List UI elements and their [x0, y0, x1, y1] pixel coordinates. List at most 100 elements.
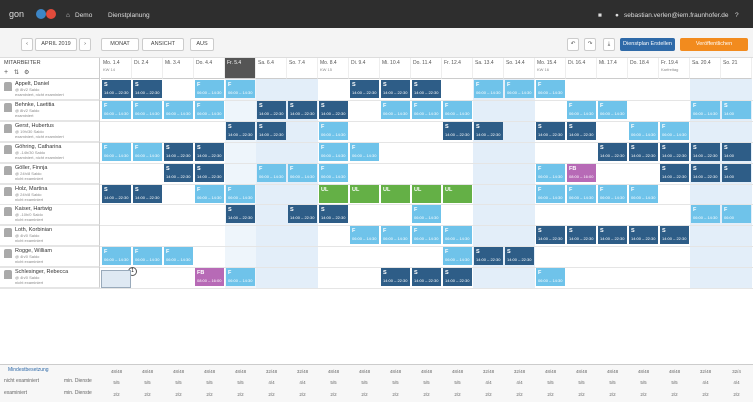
employee-row[interactable]: Schlesinger, Rebecca @ 4h/0 Saldo nicht ex… [0, 267, 100, 288]
shift-block[interactable]: S 14:00 – 22:30 [412, 80, 441, 98]
shift-block[interactable]: S 14:00 – 22:30 [257, 122, 286, 140]
shift-block[interactable]: F 06:00 – 14:30 [474, 80, 503, 98]
shift-block[interactable]: F 06:00 [722, 205, 751, 223]
shift-block[interactable]: UL [350, 185, 379, 203]
shift-block[interactable]: F 06:00 – 14:30 [102, 247, 131, 265]
shift-block[interactable]: F 06:00 – 14:30 [536, 164, 565, 182]
shift-block[interactable]: F 06:00 – 14:30 [319, 164, 348, 182]
shift-block[interactable]: F 06:00 – 14:30 [195, 185, 224, 203]
shift-block[interactable]: S 14:00 – 22:30 [474, 122, 503, 140]
shift-block[interactable]: F 06:00 – 14:30 [598, 101, 627, 119]
shift-block[interactable]: F 06:00 – 14:30 [381, 226, 410, 244]
shift-block[interactable]: S 14:00 – 22:30 [443, 268, 472, 286]
shift-block[interactable]: F 06:00 – 14:30 [319, 143, 348, 161]
view-ansicht-dropdown[interactable]: ANSICHT [142, 38, 184, 51]
shift-block[interactable]: F 06:00 – 14:30 [133, 101, 162, 119]
shift-block[interactable]: S 14:00 [722, 143, 751, 161]
shift-block[interactable]: F 06:00 – 14:30 [102, 101, 131, 119]
shift-block[interactable]: F 06:00 – 14:30 [598, 185, 627, 203]
shift-block[interactable]: F 06:00 – 14:30 [443, 247, 472, 265]
shift-block[interactable]: S 14:00 [722, 164, 751, 182]
shift-block[interactable]: F 06:00 – 14:30 [350, 226, 379, 244]
shift-block[interactable]: S 14:00 – 22:30 [102, 80, 131, 98]
day-header[interactable]: Mo. 1.4 KW 14 [101, 58, 132, 79]
day-header[interactable]: Mo. 8.4 KW 15 [318, 58, 349, 79]
shift-block[interactable]: F 06:00 – 14:30 [660, 122, 689, 140]
undo-button[interactable]: ↶ [567, 38, 579, 51]
employee-row[interactable]: Gerst, Hubertus @ 19h/30 Saldo examiniert,… [0, 121, 100, 142]
redo-button[interactable]: ↷ [584, 38, 596, 51]
shift-block[interactable]: S 14:00 – 22:30 [660, 143, 689, 161]
shift-block[interactable]: S 14:00 – 22:30 [257, 101, 286, 119]
shift-block[interactable]: S 14:00 – 22:30 [412, 268, 441, 286]
shift-block[interactable]: F 06:00 – 14:30 [629, 185, 658, 203]
shift-block[interactable]: F 06:00 – 14:30 [536, 185, 565, 203]
settings-icon[interactable]: ⚙ [24, 69, 29, 76]
day-header[interactable]: Sa. 13.4 [473, 58, 504, 79]
shift-block[interactable]: F 06:00 – 14:30 [412, 205, 441, 223]
shift-block[interactable]: UL [319, 185, 348, 203]
shift-block[interactable]: F 06:00 – 14:30 [195, 80, 224, 98]
shift-block[interactable]: FB 08:00 – 16:00 [195, 268, 224, 286]
shift-block[interactable]: S 14:00 – 22:30 [381, 80, 410, 98]
shift-block[interactable]: F 06:00 – 14:30 [443, 101, 472, 119]
day-header[interactable]: Di. 9.4 [349, 58, 380, 79]
shift-block[interactable]: S 14:00 – 22:30 [443, 122, 472, 140]
shift-block[interactable]: F 06:00 – 14:30 [164, 101, 193, 119]
home-icon[interactable]: ⌂ [66, 12, 70, 19]
shift-block[interactable]: F 06:00 – 14:30 [412, 226, 441, 244]
shift-block[interactable]: F 06:00 – 14:30 [691, 205, 720, 223]
shift-block[interactable]: F 06:00 – 14:30 [195, 101, 224, 119]
employee-row[interactable]: Kaiser, Hartwig @ -10h/0 Saldo nicht exami… [0, 204, 100, 225]
sort-icon[interactable]: ⇅ [14, 69, 19, 76]
download-icon[interactable]: ⤓ [603, 38, 615, 51]
shift-block[interactable]: F 06:00 – 14:30 [567, 101, 596, 119]
shift-block[interactable]: F 06:00 – 14:30 [567, 185, 596, 203]
employee-row[interactable]: Rogge, William @ 4h/0 Saldo nicht examinie… [0, 246, 100, 267]
shift-block[interactable]: F 06:00 – 14:30 [102, 143, 131, 161]
day-header[interactable]: Di. 2.4 [132, 58, 163, 79]
view-month-dropdown[interactable]: MONAT [101, 38, 139, 51]
shift-block[interactable]: F 06:00 – 14:30 [505, 80, 534, 98]
user-email[interactable]: sebastian.verlen@iem.fraunhofer.de [624, 12, 729, 19]
shift-block[interactable]: S 14:00 – 22:30 [567, 226, 596, 244]
shift-block[interactable]: S 14:00 – 22:30 [195, 164, 224, 182]
nav-dienstplanung[interactable]: Dienstplanung [108, 12, 150, 19]
day-header[interactable]: Mo. 15.4 KW 16 [535, 58, 566, 79]
shift-block[interactable]: F 06:00 – 14:30 [536, 268, 565, 286]
shift-block[interactable]: S 14:00 – 22:30 [350, 80, 379, 98]
day-header[interactable]: Sa. 20.4 [690, 58, 721, 79]
shift-block[interactable]: S 14:00 – 22:30 [629, 143, 658, 161]
prev-month-button[interactable]: ‹ [21, 38, 33, 51]
shift-block[interactable]: S 14:00 – 22:30 [474, 247, 503, 265]
shift-block[interactable]: F 06:00 – 14:30 [226, 80, 255, 98]
add-icon[interactable]: + [4, 69, 8, 76]
day-header[interactable]: Sa. 6.4 [256, 58, 287, 79]
shift-block[interactable]: S 14:00 – 22:30 [164, 164, 193, 182]
day-header[interactable]: Do. 11.4 [411, 58, 442, 79]
day-header[interactable]: Do. 4.4 [194, 58, 225, 79]
shift-block[interactable]: FB 08:00 – 16:00 [567, 164, 596, 182]
employee-row[interactable]: Behnke, Laetitia @ 8h/2 Saldo examiniert [0, 100, 100, 121]
shift-block[interactable]: S 14:00 – 22:30 [164, 143, 193, 161]
selected-cell[interactable] [101, 270, 131, 288]
shift-block[interactable]: S 14:00 – 22:30 [598, 143, 627, 161]
shift-block[interactable]: F 06:00 – 14:30 [226, 185, 255, 203]
nav-demo[interactable]: Demo [75, 12, 92, 19]
employee-row[interactable]: Appelt, Daniel @ 8h/2 Saldo examiniert, ni… [0, 79, 100, 100]
shift-block[interactable]: F 06:00 – 14:30 [691, 101, 720, 119]
shift-block[interactable]: S 14:00 [722, 101, 751, 119]
shift-block[interactable]: S 14:00 – 22:30 [505, 247, 534, 265]
lock-icon[interactable]: ■ [598, 12, 602, 19]
shift-block[interactable]: F 06:00 – 14:30 [226, 268, 255, 286]
day-header[interactable]: Fr. 19.4 Karfreitag [659, 58, 690, 79]
day-header[interactable]: So. 21 [721, 58, 752, 79]
shift-block[interactable]: S 14:00 – 22:30 [319, 101, 348, 119]
shift-block[interactable]: F 06:00 – 14:30 [629, 122, 658, 140]
publish-button[interactable]: Veröffentlichen [680, 38, 748, 51]
day-header[interactable]: So. 7.4 [287, 58, 318, 79]
shift-block[interactable]: S 14:00 – 22:30 [226, 122, 255, 140]
shift-block[interactable]: UL [443, 185, 472, 203]
shift-block[interactable]: S 14:00 – 22:30 [629, 226, 658, 244]
shift-block[interactable]: S 14:00 – 22:30 [691, 164, 720, 182]
